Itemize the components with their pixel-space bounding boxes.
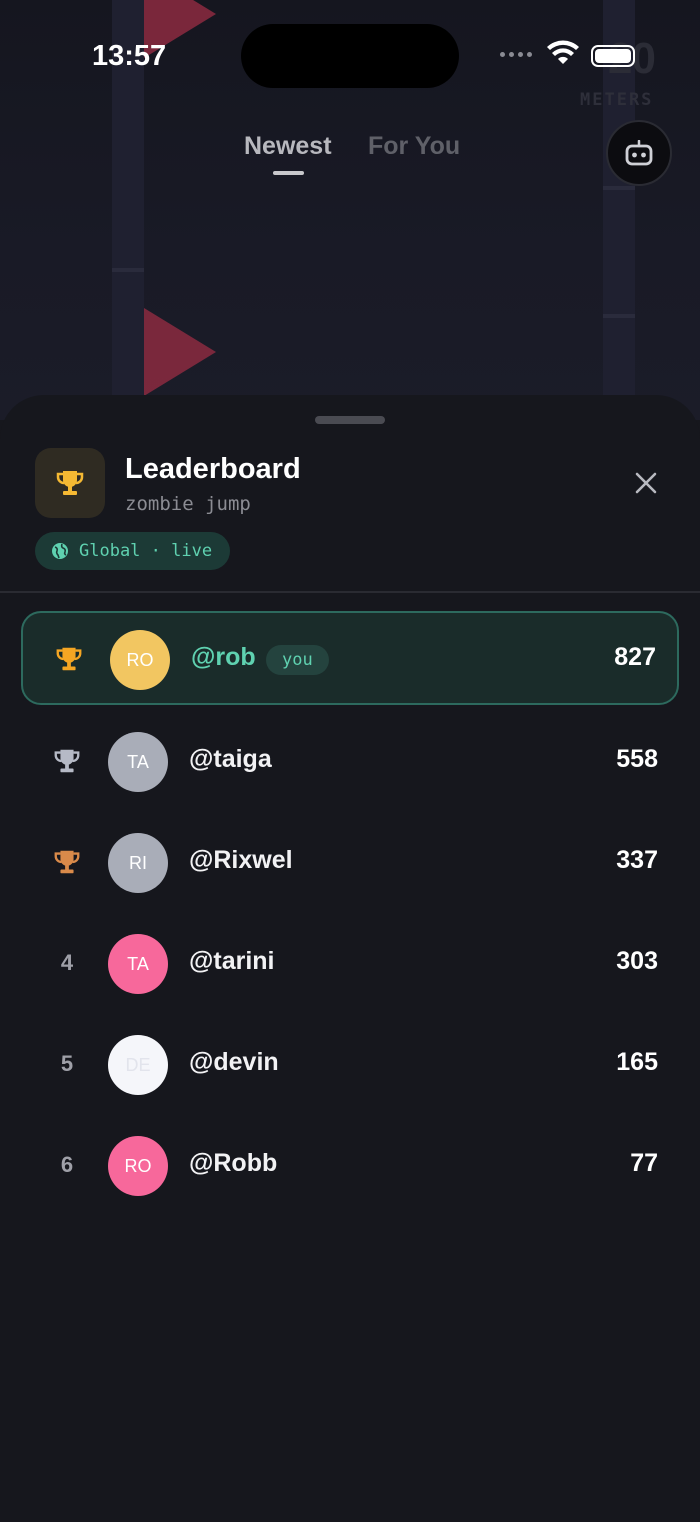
- close-button[interactable]: [628, 465, 664, 501]
- leaderboard-row[interactable]: 5 DE @devin 165: [21, 1018, 679, 1112]
- pillar-notch: [603, 186, 635, 190]
- globe-icon: [52, 543, 68, 559]
- leaderboard-badge: [35, 448, 105, 518]
- game-name: zombie jump: [125, 493, 251, 515]
- username: @Rixwel: [189, 846, 293, 874]
- tab-for-you[interactable]: For You: [368, 132, 460, 161]
- cellular-signal-icon: [500, 52, 532, 57]
- bronze-trophy-icon: [47, 842, 87, 882]
- sheet-grabber[interactable]: [315, 416, 385, 424]
- status-time: 13:57: [92, 40, 167, 72]
- score: 558: [616, 745, 658, 773]
- active-tab-indicator: [273, 171, 304, 175]
- pillar-notch: [603, 314, 635, 318]
- header-divider: [0, 591, 700, 593]
- silver-trophy-icon: [47, 741, 87, 781]
- leaderboard-sheet: Leaderboard zombie jump Global · live RO…: [0, 395, 700, 1522]
- score: 303: [616, 947, 658, 975]
- score: 337: [616, 846, 658, 874]
- avatar: RO: [110, 630, 170, 690]
- gold-trophy-icon: [49, 639, 89, 679]
- close-icon: [635, 472, 657, 494]
- avatar: DE: [108, 1035, 168, 1095]
- spike-obstacle: [144, 308, 216, 396]
- score: 77: [630, 1149, 658, 1177]
- avatar: TA: [108, 934, 168, 994]
- tab-newest[interactable]: Newest: [244, 132, 332, 161]
- username: @rob: [191, 643, 256, 671]
- wifi-icon: [546, 40, 580, 71]
- leaderboard-row[interactable]: 4 TA @tarini 303: [21, 917, 679, 1011]
- avatar: TA: [108, 732, 168, 792]
- leaderboard-row[interactable]: RI @Rixwel 337: [21, 816, 679, 910]
- username: @Robb: [189, 1149, 278, 1177]
- rank-number: 4: [60, 950, 74, 975]
- scope-badge[interactable]: Global · live: [35, 532, 231, 570]
- username: @devin: [189, 1048, 279, 1076]
- avatar: RO: [108, 1136, 168, 1196]
- trophy-icon: [56, 471, 84, 495]
- score: 165: [616, 1048, 658, 1076]
- avatar: RI: [108, 833, 168, 893]
- scope-label: Global · live: [79, 541, 213, 561]
- robot-icon: [625, 140, 653, 166]
- dynamic-island: [241, 24, 459, 88]
- rank-number: 6: [60, 1152, 74, 1177]
- you-badge: you: [266, 645, 329, 675]
- pillar-notch: [112, 268, 144, 272]
- leaderboard-row[interactable]: 6 RO @Robb 77: [21, 1119, 679, 1213]
- score: 827: [614, 643, 656, 671]
- meters-label: METERS: [580, 90, 654, 110]
- robot-button[interactable]: [606, 120, 672, 186]
- leaderboard-row[interactable]: TA @taiga 558: [21, 715, 679, 809]
- sheet-title: Leaderboard: [125, 453, 301, 485]
- username: @taiga: [189, 745, 272, 773]
- rank-number: 5: [60, 1051, 74, 1076]
- username: @tarini: [189, 947, 275, 975]
- leaderboard-row[interactable]: RO @rob you 827: [21, 611, 679, 705]
- battery-icon: [591, 45, 635, 67]
